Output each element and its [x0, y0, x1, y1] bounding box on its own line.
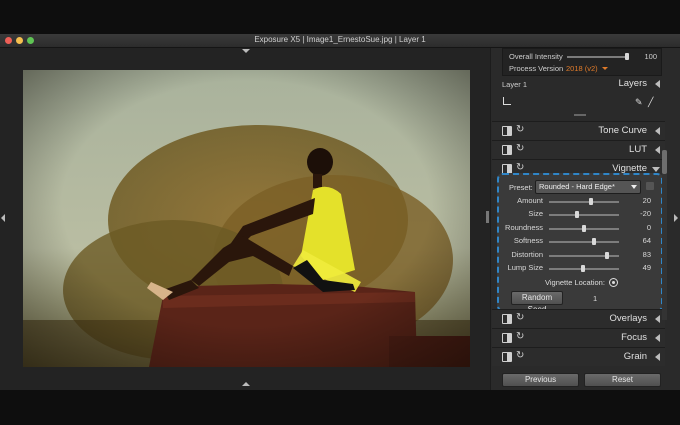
process-version-label: Process Version [509, 64, 564, 73]
panel-lut[interactable]: ↻ LUT [492, 140, 665, 159]
window-titlebar: Exposure X5 | Image1_ErnestoSue.jpg | La… [0, 34, 680, 48]
panel-visibility-toggle-icon[interactable] [502, 314, 512, 324]
canvas-resize-handle[interactable] [486, 211, 489, 223]
chevron-down-icon[interactable] [652, 167, 660, 172]
panel-visibility-toggle-icon[interactable] [502, 333, 512, 343]
overall-intensity-slider[interactable] [567, 56, 627, 58]
slider-row: Softness 64 [497, 236, 663, 248]
slider-row: Roundness 0 [497, 223, 663, 235]
reset-button[interactable]: Reset [584, 373, 661, 387]
chevron-left-icon[interactable] [655, 315, 660, 323]
slider-value[interactable]: 20 [633, 196, 651, 205]
pencil-icon[interactable]: ✎ [635, 97, 643, 107]
slider-track[interactable] [549, 201, 619, 203]
slider-label: Size [528, 209, 543, 218]
reset-panel-icon[interactable]: ↻ [516, 124, 524, 136]
slider-label: Amount [517, 196, 543, 205]
slider-value[interactable]: 49 [633, 263, 651, 272]
right-panel-collapse-icon[interactable] [674, 214, 678, 222]
slider-label: Lump Size [507, 263, 543, 272]
overall-intensity-label: Overall Intensity [509, 52, 563, 61]
slider-track[interactable] [549, 241, 619, 243]
process-version-chevron-icon[interactable] [602, 67, 608, 70]
panel-label: LUT [629, 144, 647, 155]
bottom-dark-strip [0, 390, 680, 425]
layers-label[interactable]: Layers [618, 78, 647, 89]
top-dark-strip [0, 0, 680, 34]
intensity-section: Overall Intensity 100 Process Version 20… [502, 48, 662, 76]
slider-label: Softness [513, 236, 543, 245]
panel-tone-curve[interactable]: ↻ Tone Curve [492, 121, 665, 140]
slider-track[interactable] [549, 214, 619, 216]
photo-image [23, 70, 470, 367]
reset-panel-icon[interactable]: ↻ [516, 331, 524, 343]
panel-label: Overlays [609, 313, 647, 324]
reset-panel-icon[interactable]: ↻ [516, 143, 524, 155]
chevron-left-icon[interactable] [655, 146, 660, 154]
slider-value[interactable]: -20 [633, 209, 651, 218]
photo-preview [23, 70, 470, 367]
layer-name[interactable]: Layer 1 [502, 80, 527, 89]
slider-label: Distortion [511, 250, 543, 259]
panel-overlays[interactable]: ↻ Overlays [492, 309, 665, 328]
slider-row: Distortion 83 [497, 250, 663, 262]
layer-tools-row: ✎ ╱ [492, 94, 665, 110]
panel-label: Focus [621, 332, 647, 343]
slider-thumb[interactable] [581, 265, 586, 272]
slider-value[interactable]: 0 [633, 223, 651, 232]
slider-thumb[interactable] [575, 211, 579, 218]
slider-thumb[interactable] [582, 225, 586, 232]
panel-visibility-toggle-icon[interactable] [502, 352, 512, 362]
overall-intensity-value: 100 [644, 52, 657, 61]
chevron-left-icon[interactable] [655, 334, 660, 342]
slider-thumb[interactable] [591, 238, 596, 245]
top-panel-collapse-icon[interactable] [242, 49, 250, 53]
panel-scrollbar[interactable] [662, 150, 667, 320]
panel-splitter-handle[interactable] [574, 114, 586, 116]
panel-focus[interactable]: ↻ Focus [492, 328, 665, 347]
slider-value[interactable]: 83 [633, 250, 651, 259]
slider-row: Amount 20 [497, 196, 663, 208]
vignette-sliders: Amount 20 Size -20 Roundness 0 Softness … [497, 173, 663, 314]
layers-row: Layer 1 Layers [492, 76, 665, 92]
slider-label: Roundness [505, 223, 543, 232]
random-seed-button[interactable]: Random Seed [511, 291, 563, 314]
panel-label: Tone Curve [598, 125, 647, 136]
overall-intensity-thumb[interactable] [625, 53, 629, 60]
reset-panel-icon[interactable]: ↻ [516, 350, 524, 362]
previous-button[interactable]: Previous [502, 373, 579, 387]
reset-panel-icon[interactable]: ↻ [516, 312, 524, 324]
slider-value[interactable]: 64 [633, 236, 651, 245]
vignette-location-label: Vignette Location: [545, 278, 605, 287]
chevron-left-icon[interactable] [655, 127, 660, 135]
panel-visibility-toggle-icon[interactable] [502, 126, 512, 136]
window-title: Exposure X5 | Image1_ErnestoSue.jpg | La… [254, 35, 426, 44]
panel-grain[interactable]: ↻ Grain [492, 347, 665, 366]
panel-label: Grain [623, 351, 647, 362]
layers-chevron-icon[interactable] [655, 80, 660, 88]
bottom-panel-collapse-icon[interactable] [242, 382, 250, 386]
chevron-left-icon[interactable] [655, 353, 660, 361]
target-icon[interactable] [609, 278, 618, 287]
brush-icon[interactable]: ╱ [648, 97, 653, 107]
scrollbar-thumb[interactable] [662, 150, 667, 174]
panel-visibility-toggle-icon[interactable] [502, 145, 512, 155]
left-panel-collapse-icon[interactable] [1, 214, 5, 222]
slider-row: Size -20 [497, 209, 663, 221]
slider-thumb[interactable] [605, 252, 610, 259]
slider-thumb[interactable] [589, 198, 593, 205]
crop-icon[interactable] [503, 97, 511, 105]
process-version-dropdown[interactable]: 2018 (v2) [566, 64, 598, 73]
slider-row: Lump Size 49 [497, 263, 663, 275]
random-seed-value: 1 [593, 294, 598, 303]
